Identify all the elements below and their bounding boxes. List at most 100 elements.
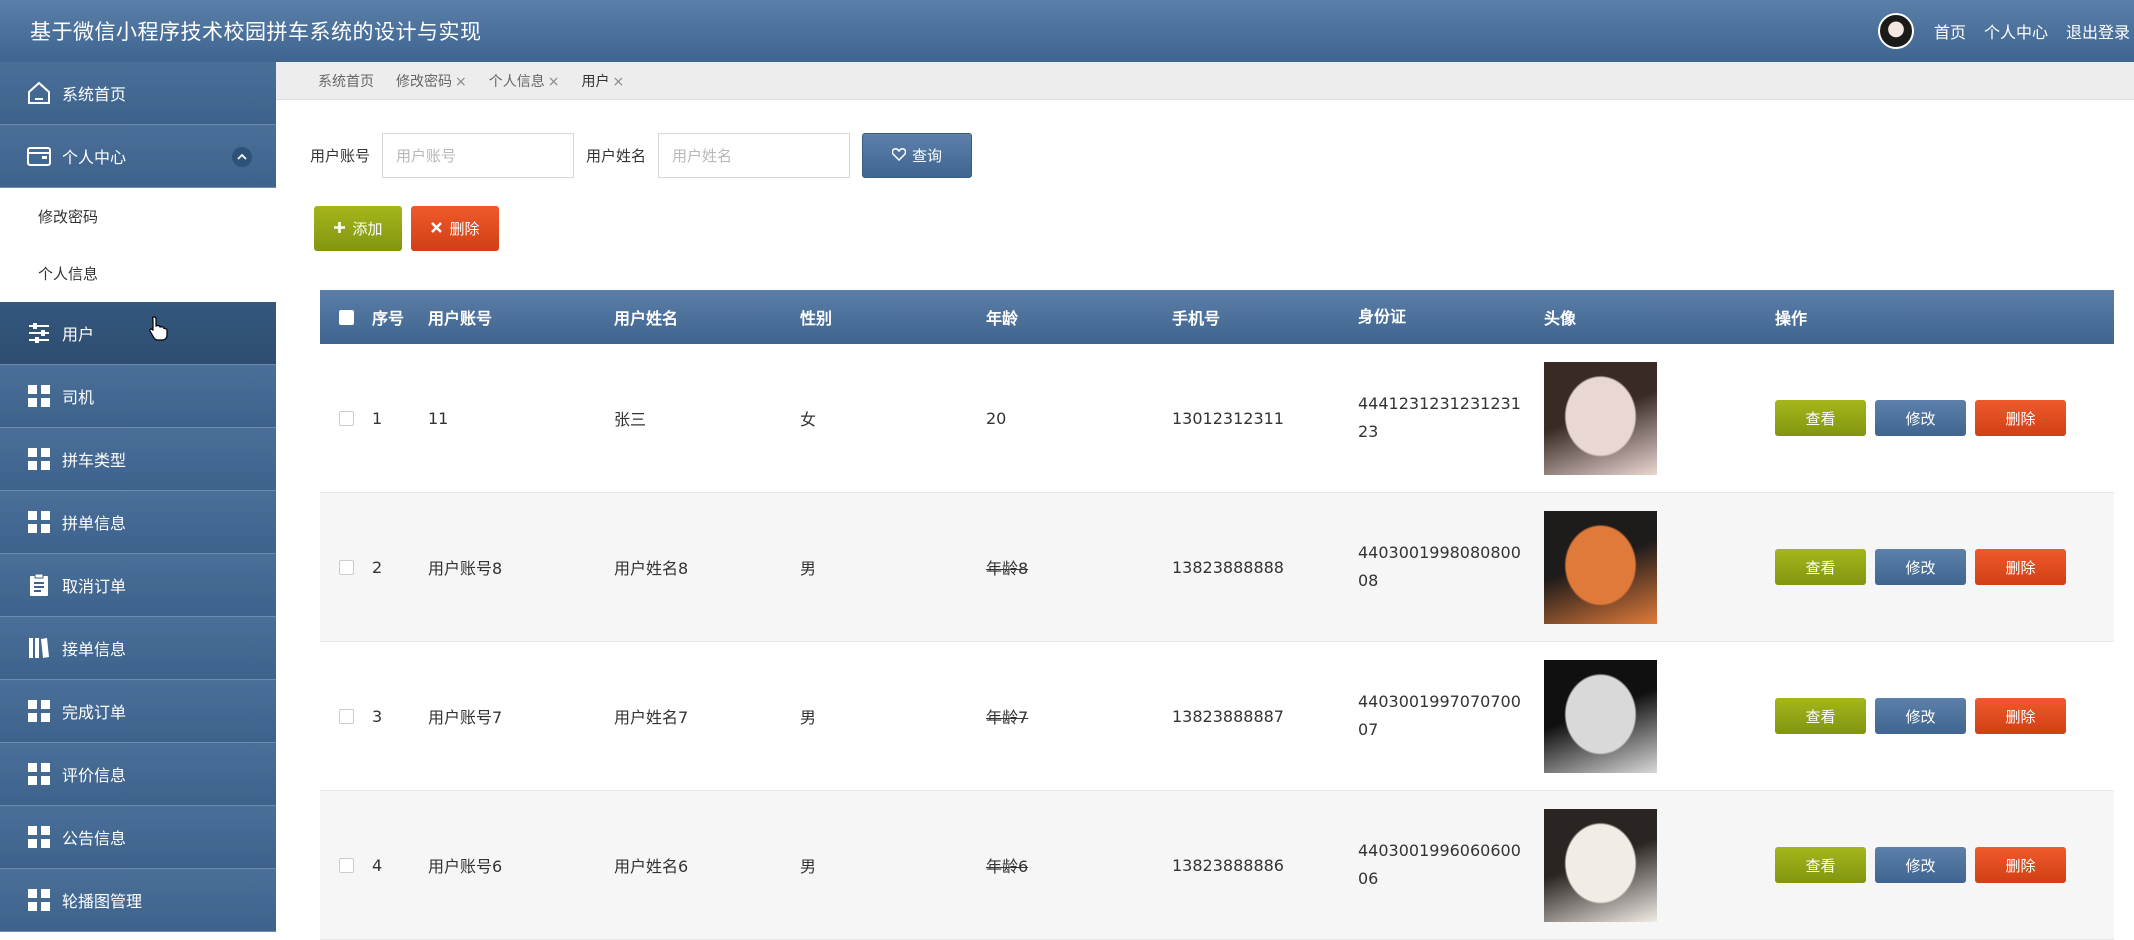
- cell-index: 4: [372, 855, 383, 875]
- grid-icon: [24, 822, 54, 852]
- select-all-checkbox[interactable]: [338, 309, 354, 325]
- delete-button[interactable]: 删除: [1975, 549, 2066, 585]
- tab-user[interactable]: 用户 ×: [581, 71, 624, 91]
- sidebar-item-carpool-type[interactable]: 拼车类型: [0, 428, 276, 491]
- cell-name: 张三: [614, 410, 647, 429]
- sidebar-item-accept-order-info[interactable]: 接单信息: [0, 617, 276, 680]
- row-checkbox[interactable]: [338, 559, 354, 575]
- sidebar-item-label: 评价信息: [62, 766, 127, 785]
- sidebar-item-label: 完成订单: [62, 703, 127, 722]
- tab-system-home[interactable]: 系统首页: [318, 71, 374, 91]
- sidebar-item-label: 拼车类型: [62, 451, 127, 470]
- cell-index: 3: [372, 706, 383, 726]
- view-button[interactable]: 查看: [1775, 549, 1866, 585]
- sidebar-item-personal-center[interactable]: 个人中心: [0, 125, 276, 188]
- app-title: 基于微信小程序技术校园拼车系统的设计与实现: [30, 20, 482, 44]
- user-table: 序号 用户账号 用户姓名 性别 年龄 手机号 身份证 头像 操作 1 11 张三…: [320, 290, 2114, 940]
- row-checkbox[interactable]: [338, 708, 354, 724]
- edit-button[interactable]: 修改: [1875, 698, 1966, 734]
- grid-icon: [24, 507, 54, 537]
- header-link-personal-center[interactable]: 个人中心: [1984, 19, 2048, 43]
- view-button[interactable]: 查看: [1775, 847, 1866, 883]
- row-checkbox[interactable]: [338, 410, 354, 426]
- sliders-icon: [24, 318, 54, 348]
- grid-icon: [24, 444, 54, 474]
- cell-account: 用户账号7: [428, 708, 503, 727]
- sidebar-subitem-change-password[interactable]: 修改密码: [0, 188, 276, 245]
- column-header: 手机号: [1172, 309, 1221, 328]
- clipboard-icon: [24, 570, 54, 600]
- close-icon[interactable]: ×: [612, 74, 624, 90]
- cell-gender: 男: [800, 559, 817, 578]
- row-checkbox[interactable]: [338, 857, 354, 873]
- close-icon[interactable]: ×: [548, 74, 560, 90]
- batch-delete-button[interactable]: 删除: [411, 206, 499, 251]
- sidebar-item-carousel-management[interactable]: 轮播图管理: [0, 869, 276, 932]
- tab-personal-info[interactable]: 个人信息 ×: [489, 71, 560, 91]
- edit-button[interactable]: 修改: [1875, 400, 1966, 436]
- sidebar-item-cancel-order[interactable]: 取消订单: [0, 554, 276, 617]
- sidebar-subitem-personal-info[interactable]: 个人信息: [0, 245, 276, 302]
- action-bar: 添加 删除: [314, 206, 499, 251]
- delete-button[interactable]: 删除: [1975, 698, 2066, 734]
- account-search-input[interactable]: [382, 133, 575, 178]
- close-icon[interactable]: ×: [455, 74, 467, 90]
- table-row: 3 用户账号7 用户姓名7 男 年龄7 13823888887 44030019…: [320, 642, 2114, 791]
- header-link-home[interactable]: 首页: [1934, 19, 1966, 43]
- sidebar-item-label: 接单信息: [62, 640, 127, 659]
- cell-name: 用户姓名8: [614, 559, 689, 578]
- cell-age: 年龄6: [986, 857, 1029, 876]
- table-row: 1 11 张三 女 20 13012312311 444123123123123…: [320, 344, 2114, 493]
- sidebar-item-review-info[interactable]: 评价信息: [0, 743, 276, 806]
- column-header: 操作: [1775, 309, 1808, 328]
- cell-account: 用户账号8: [428, 559, 503, 578]
- column-header: 用户姓名: [614, 309, 679, 328]
- search-bar: 用户账号 用户姓名 查询: [310, 133, 973, 178]
- delete-button[interactable]: 删除: [1975, 400, 2066, 436]
- sidebar-item-user[interactable]: 用户: [0, 302, 276, 365]
- sidebar-item-home[interactable]: 系统首页: [0, 62, 276, 125]
- top-header: 基于微信小程序技术校园拼车系统的设计与实现 首页 个人中心 退出登录: [0, 0, 2134, 62]
- sidebar-item-notice-info[interactable]: 公告信息: [0, 806, 276, 869]
- sidebar-item-carpool-order-info[interactable]: 拼单信息: [0, 491, 276, 554]
- chevron-up-icon[interactable]: [232, 147, 252, 167]
- cell-age: 年龄8: [986, 559, 1029, 578]
- header-link-logout[interactable]: 退出登录: [2066, 19, 2130, 43]
- table-header: 序号 用户账号 用户姓名 性别 年龄 手机号 身份证 头像 操作: [320, 290, 2114, 344]
- cell-index: 1: [372, 408, 383, 428]
- user-avatar[interactable]: [1877, 13, 1914, 49]
- view-button[interactable]: 查看: [1775, 698, 1866, 734]
- cell-id-card: 444123123123123123: [1358, 394, 1521, 441]
- cell-age: 20: [986, 408, 1007, 428]
- name-label: 用户姓名: [586, 147, 647, 165]
- sidebar-item-label: 公告信息: [62, 829, 127, 848]
- query-button[interactable]: 查询: [862, 133, 973, 178]
- cell-phone: 13823888887: [1172, 706, 1284, 726]
- grid-icon: [24, 381, 54, 411]
- close-icon: [430, 220, 443, 238]
- sidebar-item-label: 司机: [62, 388, 95, 407]
- sidebar-item-label: 系统首页: [62, 85, 127, 104]
- cell-name: 用户姓名6: [614, 857, 689, 876]
- cell-gender: 女: [800, 410, 817, 429]
- wallet-icon: [24, 141, 54, 171]
- sidebar-item-label: 拼单信息: [62, 514, 127, 533]
- edit-button[interactable]: 修改: [1875, 549, 1966, 585]
- delete-button[interactable]: 删除: [1975, 847, 2066, 883]
- tab-bar: 系统首页 修改密码 × 个人信息 × 用户 ×: [276, 62, 2134, 100]
- add-button[interactable]: 添加: [314, 206, 402, 251]
- tab-change-password[interactable]: 修改密码 ×: [396, 71, 467, 91]
- sidebar-item-driver[interactable]: 司机: [0, 365, 276, 428]
- sidebar-item-completed-order[interactable]: 完成订单: [0, 680, 276, 743]
- cell-phone: 13823888886: [1172, 855, 1284, 875]
- name-search-input[interactable]: [658, 133, 851, 178]
- header-right: 首页 个人中心 退出登录: [1877, 0, 2130, 62]
- table-row: 2 用户账号8 用户姓名8 男 年龄8 13823888888 44030019…: [320, 493, 2114, 642]
- column-header: 性别: [800, 309, 833, 328]
- view-button[interactable]: 查看: [1775, 400, 1866, 436]
- cell-age: 年龄7: [986, 708, 1029, 727]
- cell-id-card: 440300199606060006: [1358, 841, 1521, 888]
- edit-button[interactable]: 修改: [1875, 847, 1966, 883]
- sidebar-item-label: 个人中心: [62, 148, 127, 167]
- table-row: 4 用户账号6 用户姓名6 男 年龄6 13823888886 44030019…: [320, 791, 2114, 940]
